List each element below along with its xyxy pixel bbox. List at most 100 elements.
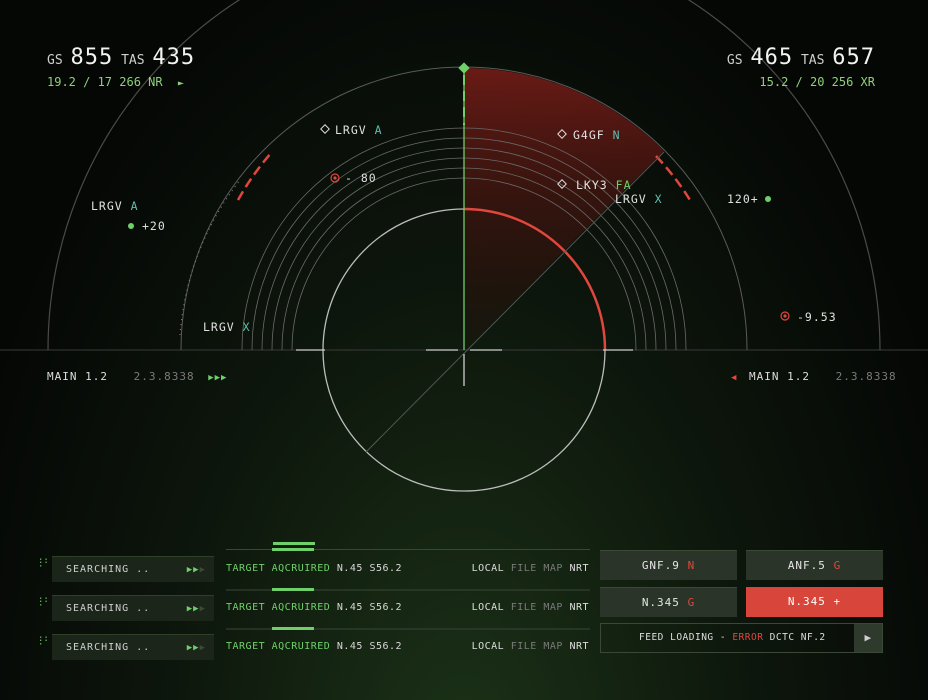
track-highlight xyxy=(273,542,315,545)
progress-arrows-icon: ▶▶▶ xyxy=(186,643,206,653)
dotted-arc xyxy=(179,179,241,336)
target-markers xyxy=(128,124,790,321)
target-info: TARGET AQCRUIRED N.45 S56.2 xyxy=(226,595,402,621)
red-sector xyxy=(464,67,664,350)
right-speed-readout: GS 465 TAS 657 xyxy=(727,45,875,70)
main-left-readout: MAIN 1.2 2.3.8338 ▶▶▶ xyxy=(47,370,227,383)
target-coords: N.45 S56.2 xyxy=(336,602,403,613)
source-map[interactable]: MAP xyxy=(543,563,563,574)
source-info: LOCAL FILE MAP NRT xyxy=(472,556,589,582)
feed-status-bar: FEED LOADING - ERROR DCTC NF.2 ▶ xyxy=(600,623,883,653)
search-status-text: SEARCHING .. xyxy=(66,564,151,575)
source-info: LOCAL FILE MAP NRT xyxy=(472,595,589,621)
main-label: MAIN 1.2 xyxy=(47,370,108,383)
search-status[interactable]: SEARCHING .. ▶▶▶ xyxy=(52,634,214,660)
search-status[interactable]: SEARCHING .. ▶▶▶ xyxy=(52,556,214,582)
button-gnf9[interactable]: GNF.9 N xyxy=(600,550,737,580)
label-code: A xyxy=(130,199,139,213)
label-code: X xyxy=(242,320,251,334)
status-row: :: · SEARCHING .. ▶▶▶ TARGET AQCRUIRED N.… xyxy=(38,634,593,660)
value-minus-953: -9.53 xyxy=(797,310,837,324)
feed-error: ERROR xyxy=(732,632,764,643)
button-n345-g[interactable]: N.345 G xyxy=(600,587,737,617)
main-right-readout: ◀ MAIN 1.2 2.3.8338 xyxy=(731,370,897,383)
source-local[interactable]: LOCAL xyxy=(472,563,505,574)
label-lrgv-a-top[interactable]: LRGV A xyxy=(335,123,383,137)
tas-value: 657 xyxy=(832,45,875,70)
status-row: :: · SEARCHING .. ▶▶▶ TARGET AQCRUIRED N.… xyxy=(38,595,593,621)
gs-value: 855 xyxy=(70,45,114,70)
label-name: LRGV xyxy=(203,320,235,334)
play-arrow-icon: ► xyxy=(177,78,184,89)
tas-label: TAS xyxy=(800,53,825,68)
source-local[interactable]: LOCAL xyxy=(472,602,505,613)
left-sub-readout: 19.2 / 17 266 NR ► xyxy=(47,75,184,89)
source-local[interactable]: LOCAL xyxy=(472,641,505,652)
label-name: LRGV xyxy=(91,199,123,213)
label-name: LRGV xyxy=(615,192,647,206)
source-map[interactable]: MAP xyxy=(543,602,563,613)
left-sub-text: 19.2 / 17 266 NR xyxy=(47,75,163,89)
source-map[interactable]: MAP xyxy=(543,641,563,652)
main-label: MAIN 1.2 xyxy=(749,370,811,383)
crosshair xyxy=(296,349,633,386)
source-file[interactable]: FILE xyxy=(511,641,537,652)
label-name: G4GF xyxy=(573,128,605,142)
source-nrt[interactable]: NRT xyxy=(569,641,589,652)
source-nrt[interactable]: NRT xyxy=(569,563,589,574)
track-highlight-mid xyxy=(272,588,314,591)
search-status[interactable]: SEARCHING .. ▶▶▶ xyxy=(52,595,214,621)
source-file[interactable]: FILE xyxy=(511,563,537,574)
label-lrgv-a-left[interactable]: LRGV A xyxy=(91,199,139,213)
target-coords: N.45 S56.2 xyxy=(336,563,403,574)
feed-suffix: DCTC NF.2 xyxy=(769,632,826,643)
target-coords: N.45 S56.2 xyxy=(336,641,403,652)
status-row: :: · SEARCHING .. ▶▶▶ TARGET AQCRUIRED N.… xyxy=(38,542,593,582)
button-label: N.345 + xyxy=(787,595,842,608)
search-status-text: SEARCHING .. xyxy=(66,603,151,614)
label-name: LKY3 xyxy=(576,178,608,192)
button-label: GNF.9 xyxy=(641,559,680,572)
main-value: 2.3.8338 xyxy=(133,370,195,383)
gs-label: GS xyxy=(47,53,63,68)
track-highlight-top xyxy=(272,548,314,551)
button-label: N.345 xyxy=(641,596,680,609)
forward-arrows-icon[interactable]: ▶▶▶ xyxy=(208,373,227,383)
button-label: ANF.5 xyxy=(787,559,826,572)
tas-label: TAS xyxy=(121,53,145,68)
grip-icon[interactable]: :: · xyxy=(38,596,49,611)
track-highlight-bottom xyxy=(272,627,314,630)
gs-value: 465 xyxy=(750,45,794,70)
value-plus-20: +20 xyxy=(142,219,166,233)
value-120: 120+ xyxy=(727,192,759,206)
label-g4gf[interactable]: G4GF N xyxy=(573,128,621,142)
button-n345-plus[interactable]: N.345 + xyxy=(746,587,883,617)
tas-value: 435 xyxy=(152,45,196,70)
label-code: N xyxy=(612,128,621,142)
right-sub-readout: 15.2 / 20 256 XR xyxy=(759,75,875,89)
back-arrow-icon[interactable]: ◀ xyxy=(731,373,737,383)
target-info: TARGET AQCRUIRED N.45 S56.2 xyxy=(226,556,402,582)
button-anf5[interactable]: ANF.5 G xyxy=(746,550,883,580)
target-info: TARGET AQCRUIRED N.45 S56.2 xyxy=(226,634,402,660)
label-code: A xyxy=(374,123,383,137)
source-nrt[interactable]: NRT xyxy=(569,602,589,613)
feed-prefix: FEED LOADING - xyxy=(639,632,727,643)
label-lrgv-x-bottom[interactable]: LRGV X xyxy=(203,320,251,334)
target-status: TARGET AQCRUIRED xyxy=(226,641,331,652)
target-status: TARGET AQCRUIRED xyxy=(226,563,331,574)
label-code: FA xyxy=(615,178,632,192)
gs-label: GS xyxy=(726,53,743,68)
button-suffix: G xyxy=(833,559,842,572)
source-info: LOCAL FILE MAP NRT xyxy=(472,634,589,660)
button-suffix: N xyxy=(687,559,696,572)
grip-icon[interactable]: :: · xyxy=(38,635,49,650)
source-file[interactable]: FILE xyxy=(511,602,537,613)
label-lky3[interactable]: LKY3 FA xyxy=(576,178,632,192)
button-suffix: G xyxy=(687,596,696,609)
main-value: 2.3.8338 xyxy=(835,370,897,383)
play-icon[interactable]: ▶ xyxy=(854,624,882,652)
grip-icon[interactable]: :: · xyxy=(38,557,49,572)
label-lrgv-x-right[interactable]: LRGV X xyxy=(615,192,663,206)
progress-arrows-icon: ▶▶▶ xyxy=(186,565,206,575)
